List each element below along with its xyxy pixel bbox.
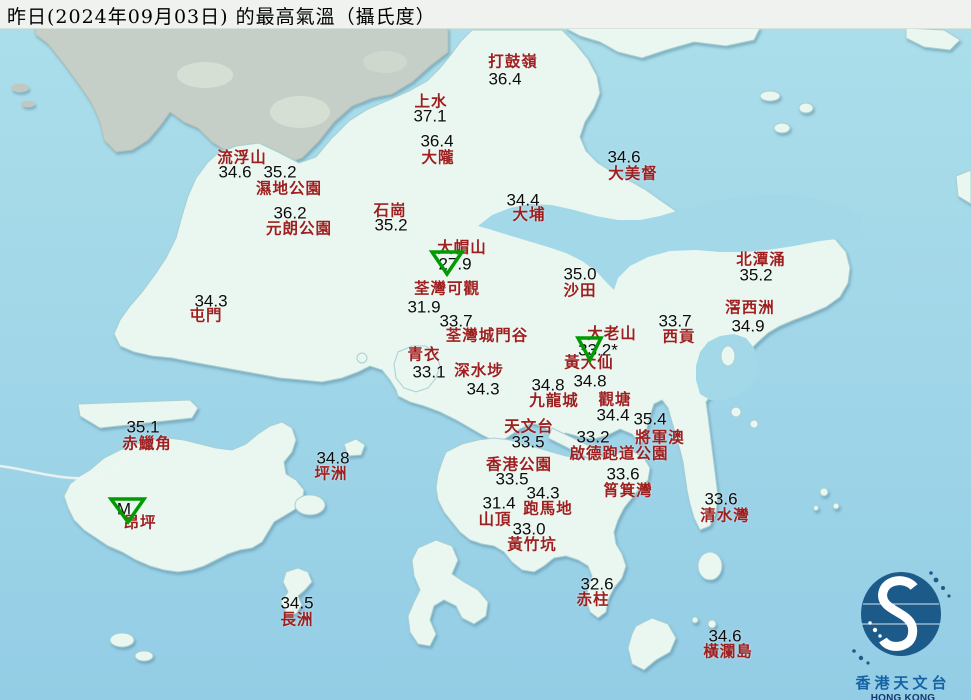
station-name: 北潭涌 (736, 249, 786, 269)
station-name: 荃灣可觀 (413, 278, 481, 298)
station-value: 27.9 (438, 254, 472, 274)
hko-max-temperature-map: 昨日(2024年09月03日) 的最高氣溫（攝氏度） 36.4 打鼓嶺 37.1 上水… (0, 0, 971, 700)
station-name: 跑馬地 (523, 498, 573, 518)
ne-islet (773, 122, 791, 134)
station-name: 觀塘 (598, 389, 632, 409)
station-name: 長洲 (280, 609, 314, 629)
station-name: 石崗 (373, 200, 407, 220)
title-band: 昨日(2024年09月03日) 的最高氣溫（攝氏度） (0, 0, 971, 30)
soko-islet (134, 650, 154, 662)
station-name: 荃灣城門谷 (445, 325, 529, 345)
station-value: 33.5 (511, 432, 545, 452)
hko-logo-name-en: HONG KONG OBSERVATORY (870, 693, 936, 700)
station-name: 打鼓嶺 (488, 51, 538, 71)
hei-ling-chau-island (294, 494, 326, 516)
station-name: 香港公園 (485, 454, 553, 474)
map-title: 昨日(2024年09月03日) 的最高氣溫（攝氏度） (7, 6, 436, 28)
station-value: 35.4 (633, 409, 667, 429)
station-value: 34.4 (596, 405, 630, 425)
station-name: 橫瀾島 (703, 641, 753, 661)
station-name: 大帽山 (437, 237, 487, 257)
ma-wan-islet (356, 352, 368, 364)
station-name: 大埔 (512, 204, 546, 224)
hko-logo-name-zh: 香港天文台 (855, 674, 951, 692)
ninepin-islet (813, 505, 819, 511)
station-name: 黃大仙 (564, 352, 614, 372)
station-name: 坪洲 (314, 463, 348, 483)
station-name: 黃竹坑 (507, 534, 557, 554)
islet (749, 419, 759, 429)
soko-islet (109, 632, 135, 648)
ne-islet (759, 90, 781, 102)
hong-kong-territory-map (0, 0, 971, 700)
station-name: 大隴 (421, 147, 455, 167)
station-value: 34.9 (731, 316, 765, 336)
station-name: 青衣 (407, 344, 441, 364)
station-name: 天文台 (504, 416, 554, 436)
station-value: 31.9 (407, 297, 441, 317)
station-name: 昂坪 (123, 512, 157, 532)
station-name: 山頂 (478, 509, 512, 529)
islet (730, 406, 742, 418)
station-name: 九龍城 (529, 390, 579, 410)
station-name: 大美督 (608, 163, 658, 183)
station-name: 西貢 (662, 326, 696, 346)
station-name: 清水灣 (700, 505, 750, 525)
islet (691, 616, 699, 624)
station-name: 大老山 (587, 323, 637, 343)
station-name: 深水埗 (454, 360, 504, 380)
station-name: 赤鱲角 (122, 433, 172, 453)
station-value: 35.2 (739, 265, 773, 285)
station-name: 流浮山 (217, 147, 267, 167)
hko-logo: 香港天文台 HONG KONG OBSERVATORY (838, 562, 968, 700)
station-value: 33.1 (412, 362, 446, 382)
station-name: 上水 (414, 91, 448, 111)
ninepin-islet (832, 502, 840, 510)
station-value: 36.4 (488, 69, 522, 89)
ne-islet (798, 102, 814, 114)
station-name: 屯門 (189, 305, 223, 325)
ninepin-islet (819, 487, 829, 497)
station-name: 沙田 (563, 280, 597, 300)
hko-logo-emblem (852, 571, 951, 665)
station-name: 啟德跑道公園 (569, 443, 669, 463)
station-name: 濕地公園 (255, 178, 323, 198)
station-name: 赤柱 (576, 589, 610, 609)
kau-sai-chau-island (720, 345, 736, 367)
station-value: 34.8 (573, 371, 607, 391)
station-name: 元朗公園 (265, 218, 333, 238)
station-value: 34.3 (466, 379, 500, 399)
tung-lung-island (697, 551, 723, 581)
station-name: 滘西洲 (725, 297, 775, 317)
station-name: 筲箕灣 (603, 480, 653, 500)
